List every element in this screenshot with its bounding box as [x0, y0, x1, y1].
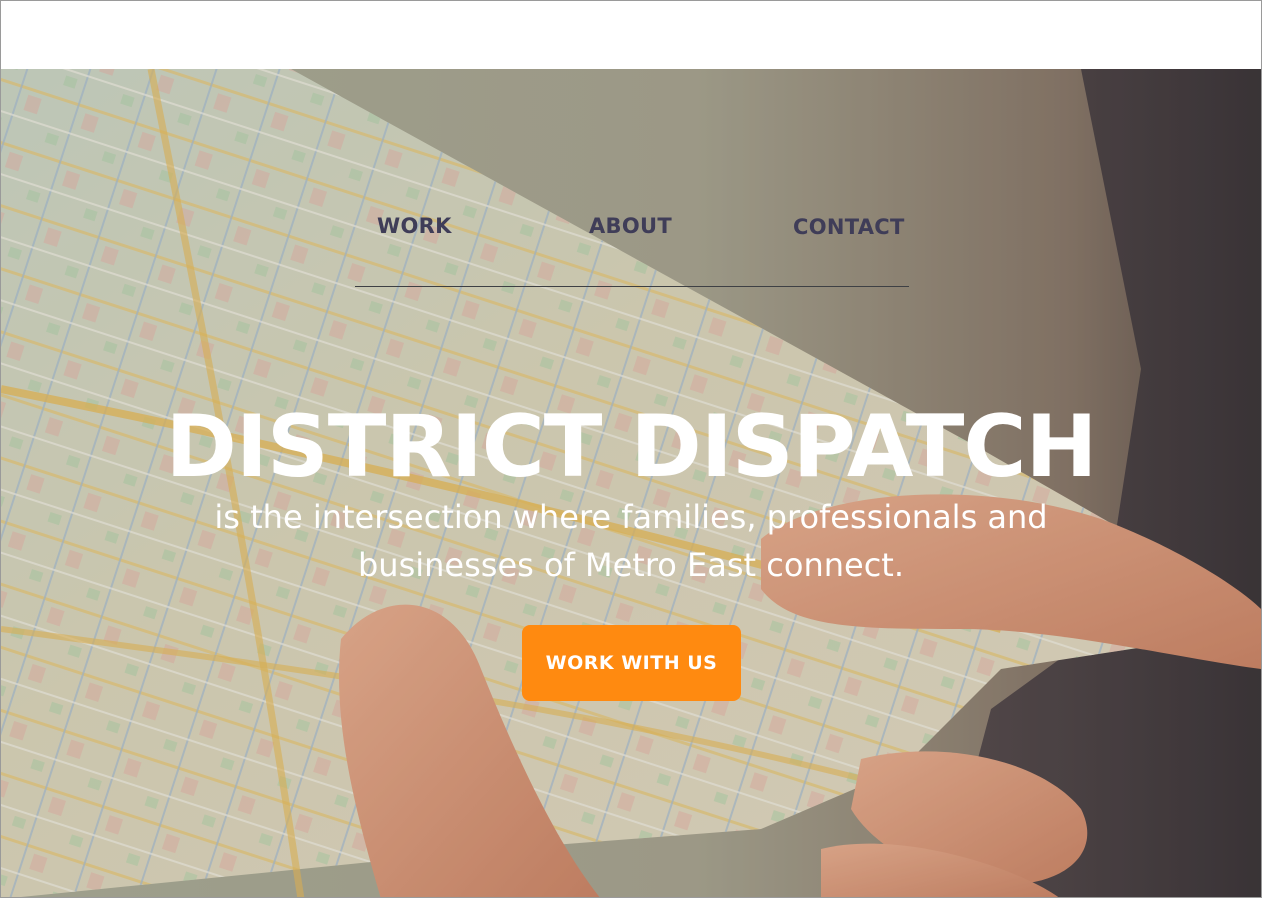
nav-link-about[interactable]: ABOUT — [589, 214, 672, 238]
work-with-us-button[interactable]: WORK WITH US — [522, 625, 741, 701]
nav-link-work[interactable]: WORK — [377, 214, 452, 238]
hero-title: DISTRICT DISPATCH — [165, 397, 1097, 497]
nav-link-contact[interactable]: CONTACT — [793, 215, 905, 239]
main-navigation: WORK ABOUT CONTACT — [355, 214, 909, 287]
hero-section: WORK ABOUT CONTACT DISTRICT DISPATCH is … — [1, 69, 1261, 897]
hero-tagline: is the intersection where families, prof… — [214, 498, 1048, 584]
top-bar — [1, 1, 1261, 69]
page-frame: WORK ABOUT CONTACT DISTRICT DISPATCH is … — [0, 0, 1262, 898]
